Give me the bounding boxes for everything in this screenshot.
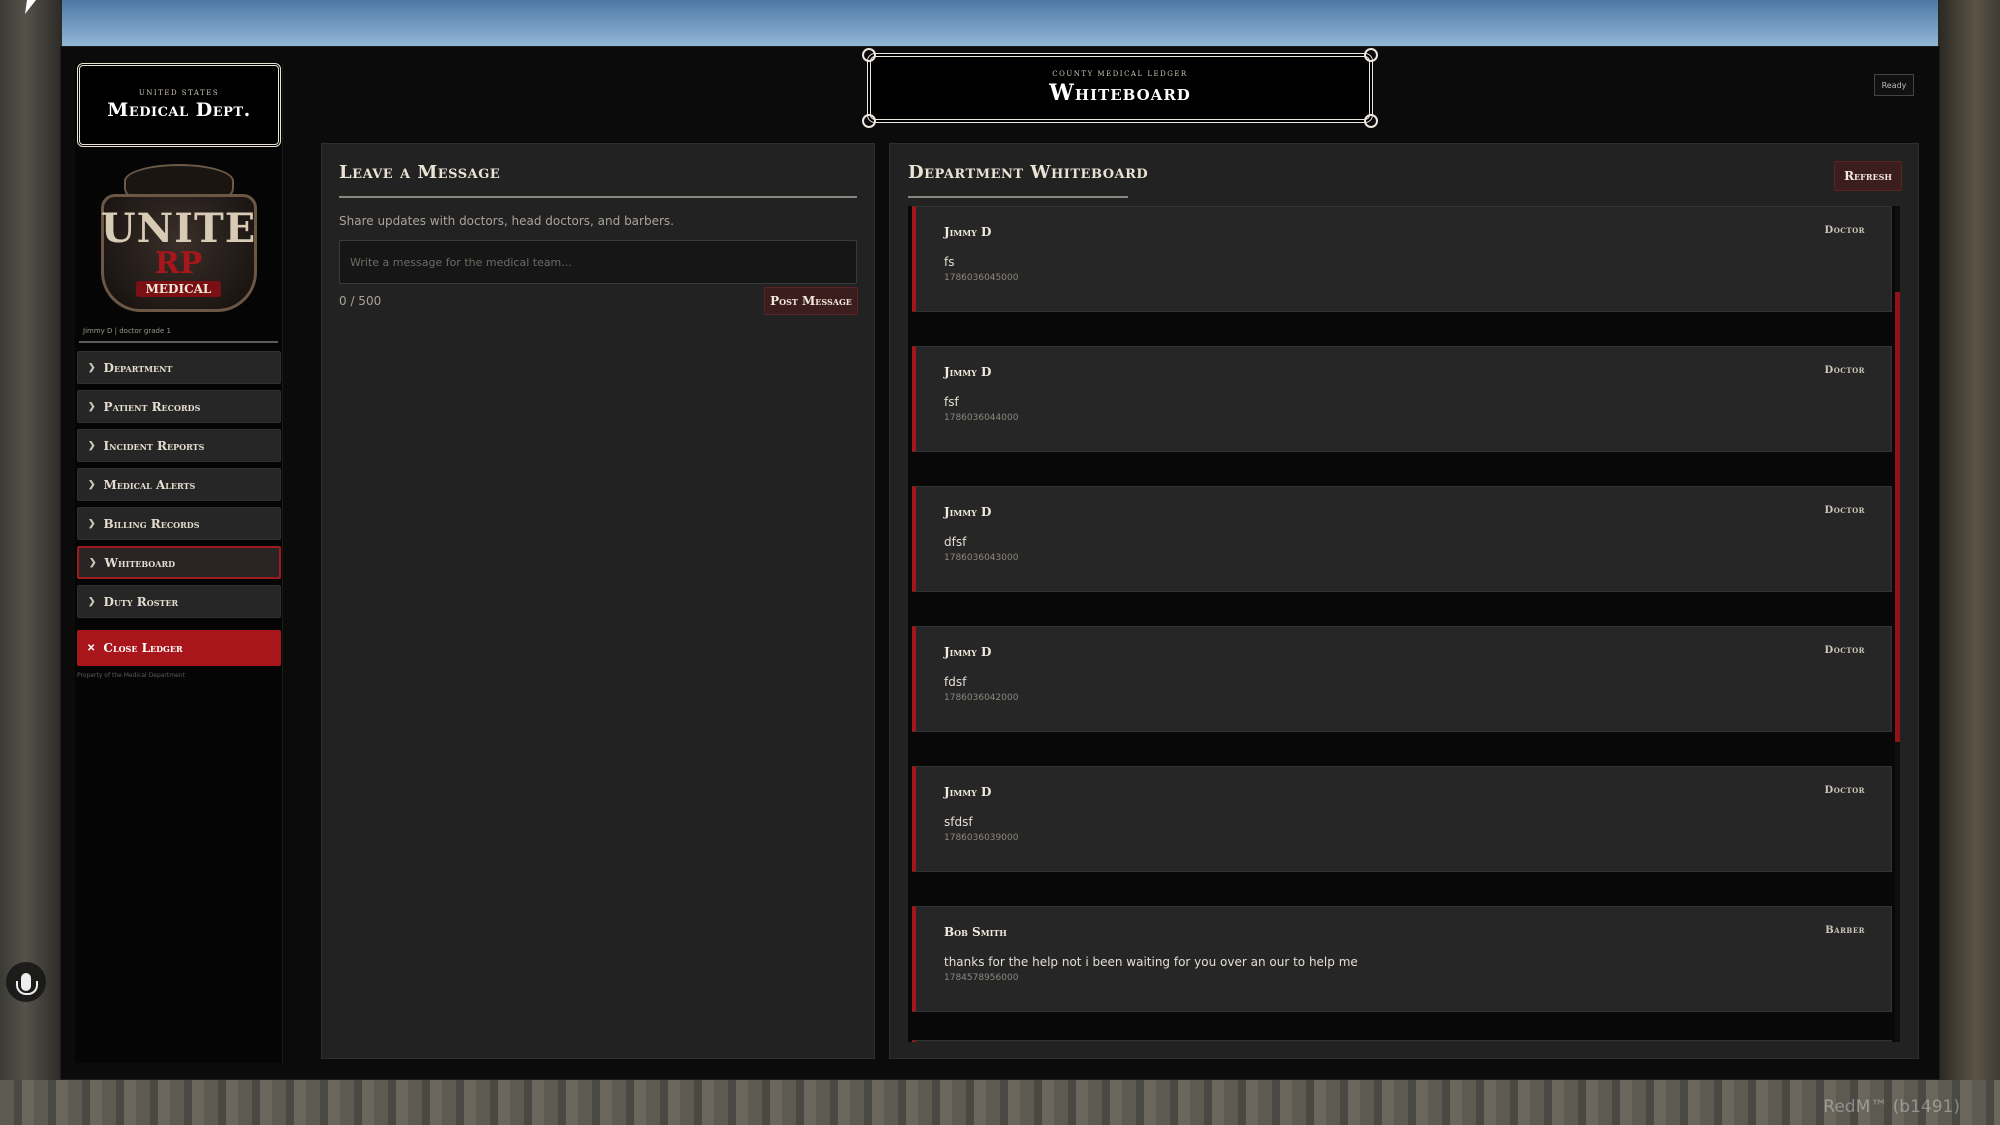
game-world-right xyxy=(1938,0,2000,1125)
sidebar-item-incident-reports[interactable]: ❯ Incident Reports xyxy=(77,429,281,462)
post-role: Barber xyxy=(1825,925,1865,936)
logo-shield: UNITE RP MEDICAL xyxy=(100,194,257,312)
sidebar: UNITED STATES Medical Dept. UNITE RP MED… xyxy=(75,63,283,1063)
sidebar-nav: ❯ Department ❯ Patient Records ❯ Inciden… xyxy=(75,351,282,679)
post-text: thanks for the help not i been waiting f… xyxy=(944,955,1358,969)
post-text: fsf xyxy=(944,395,959,409)
chevron-right-icon: ❯ xyxy=(88,440,96,451)
ornament-icon xyxy=(862,114,876,128)
game-world-sky xyxy=(0,0,2000,46)
whiteboard-title-rule xyxy=(908,196,1128,198)
page-title: Whiteboard xyxy=(1049,80,1191,106)
whiteboard-post-partial xyxy=(912,1040,1892,1042)
cowboy-hat-icon xyxy=(123,164,234,198)
whiteboard-post: Jimmy D Doctor dfsf 1786036043000 xyxy=(912,486,1892,592)
sidebar-divider xyxy=(79,341,278,343)
sidebar-item-duty-roster[interactable]: ❯ Duty Roster xyxy=(77,585,281,618)
whiteboard-post: Bob Smith Barber thanks for the help not… xyxy=(912,906,1892,1012)
server-logo: UNITE RP MEDICAL xyxy=(95,153,263,323)
compose-title-rule xyxy=(339,196,857,198)
post-text: dfsf xyxy=(944,535,967,549)
post-author: Jimmy D xyxy=(944,785,992,799)
compose-title: Leave a Message xyxy=(339,162,501,183)
whiteboard-post: Jimmy D Doctor sfdsf 1786036039000 xyxy=(912,766,1892,872)
logo-line-1: UNITE xyxy=(100,205,257,252)
chevron-right-icon: ❯ xyxy=(89,557,97,568)
client-watermark: RedM™ (b1491) xyxy=(1823,1097,1960,1117)
post-timestamp: 1786036042000 xyxy=(944,693,1019,703)
whiteboard-panel: Department Whiteboard Refresh Jimmy D Do… xyxy=(889,143,1919,1059)
sidebar-item-department[interactable]: ❯ Department xyxy=(77,351,281,384)
sidebar-item-label: Incident Reports xyxy=(103,438,205,453)
sidebar-footnote: Property of the Medical Department xyxy=(77,672,185,679)
post-timestamp: 1786036044000 xyxy=(944,413,1019,423)
ornament-icon xyxy=(1364,114,1378,128)
post-role: Doctor xyxy=(1824,645,1865,656)
post-role: Doctor xyxy=(1824,365,1865,376)
status-indicator: Ready xyxy=(1874,74,1914,96)
post-timestamp: 1784578956000 xyxy=(944,973,1019,983)
post-role: Doctor xyxy=(1824,785,1865,796)
post-role: Doctor xyxy=(1824,225,1865,236)
message-input[interactable] xyxy=(339,240,857,284)
department-badge: UNITED STATES Medical Dept. xyxy=(77,63,281,147)
close-icon: ✕ xyxy=(87,642,96,654)
whiteboard-post: Jimmy D Doctor fsf 1786036044000 xyxy=(912,346,1892,452)
sidebar-item-billing-records[interactable]: ❯ Billing Records xyxy=(77,507,281,540)
chevron-right-icon: ❯ xyxy=(88,362,96,373)
sidebar-item-label: Duty Roster xyxy=(103,594,179,609)
compose-description: Share updates with doctors, head doctors… xyxy=(339,214,674,228)
whiteboard-post: Jimmy D Doctor fs 1786036045000 xyxy=(912,206,1892,312)
sidebar-item-label: Billing Records xyxy=(103,516,200,531)
ornament-icon xyxy=(862,48,876,62)
sidebar-item-label: Medical Alerts xyxy=(103,477,196,492)
post-timestamp: 1786036043000 xyxy=(944,553,1019,563)
whiteboard-post: Jimmy D Doctor fdsf 1786036042000 xyxy=(912,626,1892,732)
page-header: COUNTY MEDICAL LEDGER Whiteboard xyxy=(862,48,1378,128)
close-ledger-button[interactable]: ✕ Close Ledger xyxy=(77,630,281,666)
feed-scrollbar-thumb[interactable] xyxy=(1895,292,1900,742)
post-text: fs xyxy=(944,255,955,269)
post-text: sfdsf xyxy=(944,815,973,829)
post-timestamp: 1786036045000 xyxy=(944,273,1019,283)
game-world-ground xyxy=(0,1080,2000,1125)
game-world-left xyxy=(0,0,62,1125)
sidebar-item-label: Whiteboard xyxy=(104,555,176,570)
chevron-right-icon: ❯ xyxy=(88,518,96,529)
header-subtitle: COUNTY MEDICAL LEDGER xyxy=(1052,70,1188,78)
chevron-right-icon: ❯ xyxy=(88,596,96,607)
close-ledger-label: Close Ledger xyxy=(103,641,183,655)
badge-title: Medical Dept. xyxy=(107,99,251,121)
logo-line-3: MEDICAL xyxy=(135,281,222,297)
sidebar-item-label: Patient Records xyxy=(103,399,201,414)
character-counter: 0 / 500 xyxy=(339,294,382,308)
sidebar-item-whiteboard[interactable]: ❯ Whiteboard xyxy=(77,546,281,579)
post-author: Jimmy D xyxy=(944,225,992,239)
compose-panel: Leave a Message Share updates with docto… xyxy=(321,143,875,1059)
post-author: Jimmy D xyxy=(944,505,992,519)
whiteboard-title: Department Whiteboard xyxy=(908,162,1149,183)
post-author: Jimmy D xyxy=(944,365,992,379)
chevron-right-icon: ❯ xyxy=(88,479,96,490)
sidebar-item-medical-alerts[interactable]: ❯ Medical Alerts xyxy=(77,468,281,501)
post-text: fdsf xyxy=(944,675,967,689)
logo-line-2: RP xyxy=(154,246,203,281)
sidebar-item-label: Department xyxy=(103,360,173,375)
current-user-info: Jimmy D | doctor grade 1 xyxy=(83,327,171,335)
whiteboard-feed[interactable]: Jimmy D Doctor fs 1786036045000 Jimmy D … xyxy=(908,206,1900,1042)
ornament-icon xyxy=(1364,48,1378,62)
chevron-right-icon: ❯ xyxy=(88,401,96,412)
post-author: Bob Smith xyxy=(944,925,1007,939)
post-timestamp: 1786036039000 xyxy=(944,833,1019,843)
post-message-button[interactable]: Post Message xyxy=(764,287,858,315)
refresh-button[interactable]: Refresh xyxy=(1834,161,1902,191)
sidebar-item-patient-records[interactable]: ❯ Patient Records xyxy=(77,390,281,423)
post-author: Jimmy D xyxy=(944,645,992,659)
feed-scrollbar[interactable] xyxy=(1895,206,1900,1042)
voice-chat-microphone-icon xyxy=(6,962,46,1002)
medical-ledger-window: UNITED STATES Medical Dept. UNITE RP MED… xyxy=(60,46,1940,1080)
badge-subtitle: UNITED STATES xyxy=(138,89,220,97)
post-role: Doctor xyxy=(1824,505,1865,516)
